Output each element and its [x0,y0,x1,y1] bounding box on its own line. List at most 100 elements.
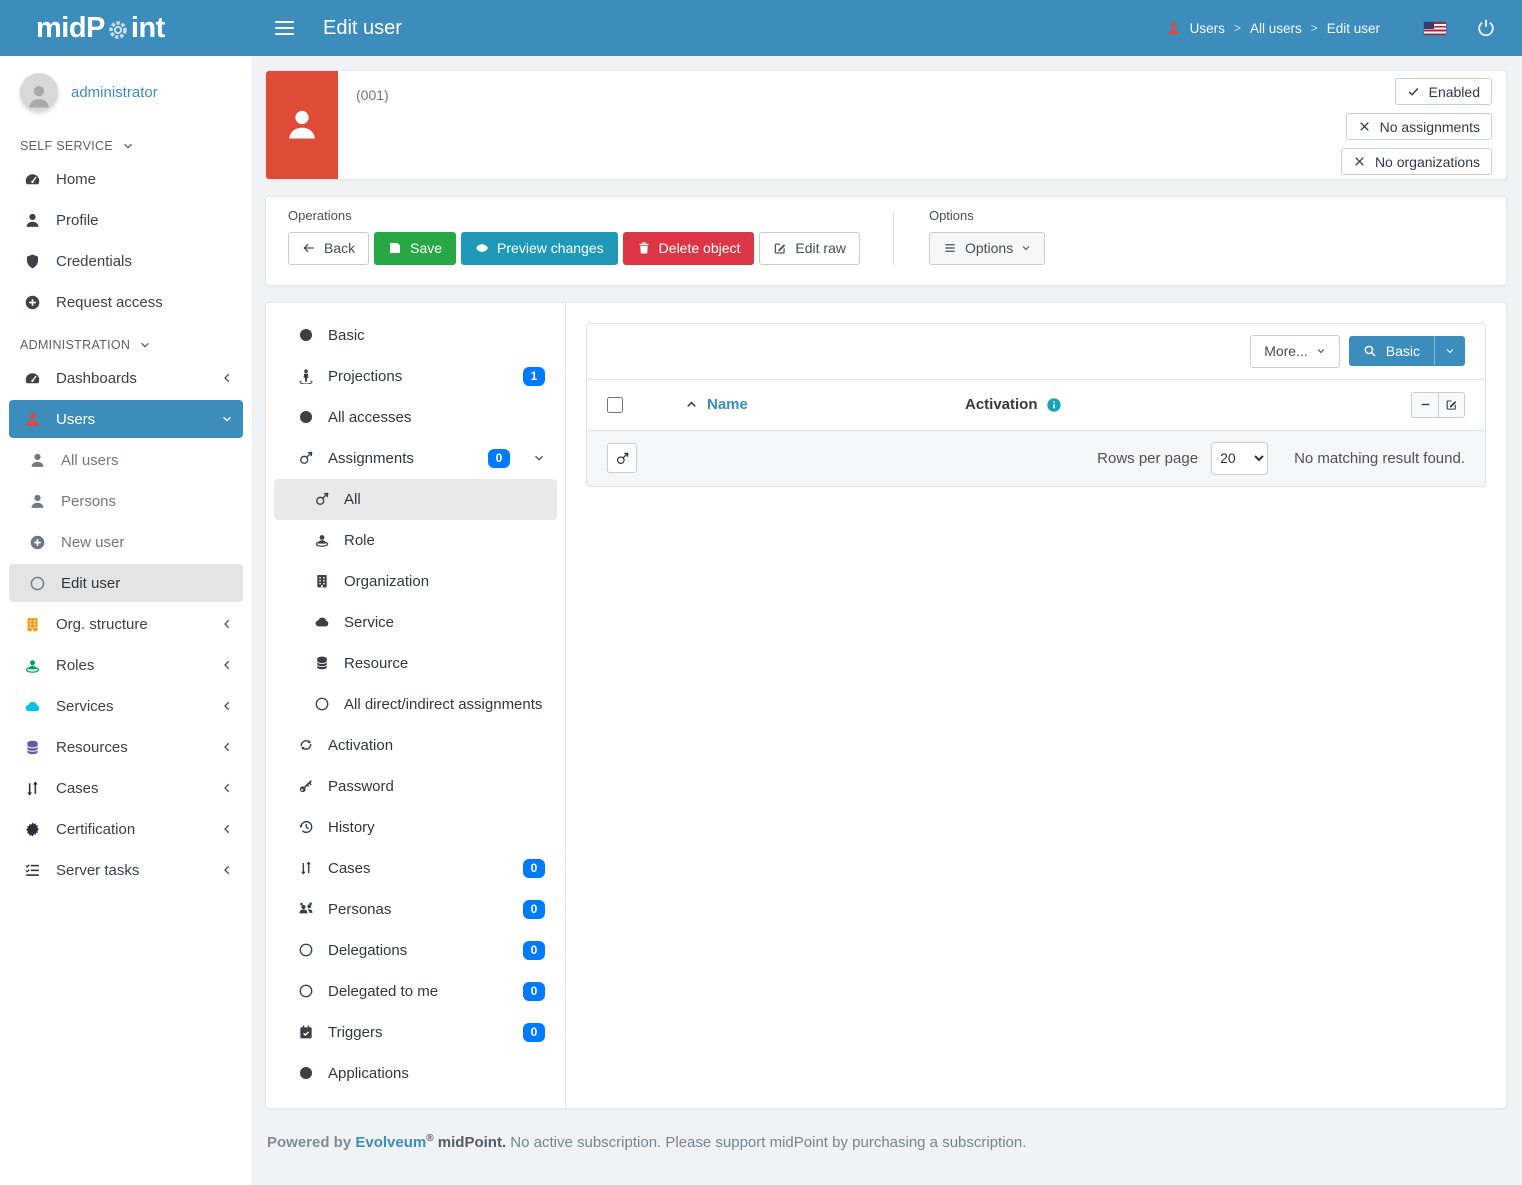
search-mode-caret[interactable] [1434,336,1465,366]
avatar [20,73,58,111]
bars-icon [943,241,957,255]
sidebar-item-all-users[interactable]: All users [9,441,243,479]
more-dropdown-button[interactable]: More... [1250,335,1340,368]
details-tab-assignments-all[interactable]: All [274,479,557,520]
status-badge-no-organizations: No organizations [1341,148,1492,175]
details-tab-delegations[interactable]: Delegations 0 [274,930,557,971]
cloud-icon [22,698,42,715]
chevron-down-icon [221,413,233,425]
evolveum-link[interactable]: Evolveum [355,1134,426,1151]
details-tab-history[interactable]: History [274,807,557,848]
product-name: midPoint. [438,1134,506,1151]
sidebar-item-server-tasks[interactable]: Server tasks [9,851,243,889]
sidebar-item-request-access[interactable]: Request access [9,283,243,321]
details-tab-assignments-service[interactable]: Service [274,602,557,643]
new-assignment-button[interactable] [607,443,637,473]
tasks-icon [22,862,42,879]
section-self-service[interactable]: SELF SERVICE [0,125,252,157]
status-badge-no-assignments: No assignments [1346,113,1492,140]
basic-search-split-button[interactable]: Basic [1349,336,1465,366]
registered-mark: ® [426,1133,433,1144]
sidebar-item-services[interactable]: Services [9,687,243,725]
details-tab-triggers[interactable]: Triggers 0 [274,1012,557,1053]
column-header-activation: Activation [965,396,1062,413]
rows-per-page-label: Rows per page [1097,450,1198,467]
gear-icon [106,18,130,42]
options-dropdown-button[interactable]: Options [929,232,1045,265]
user-photo [266,71,338,179]
details-tab-assignments-organization[interactable]: Organization [274,561,557,602]
preview-changes-button[interactable]: Preview changes [461,232,618,265]
user-icon [284,107,320,143]
chevron-down-icon [533,452,545,464]
breadcrumb-edit-user[interactable]: Edit user [1327,21,1380,36]
sidebar-item-certification[interactable]: Certification [9,810,243,848]
plus-circle-icon [22,294,42,311]
sidebar-item-edit-user[interactable]: Edit user [9,564,243,602]
arrow-left-icon [302,241,316,255]
circle-outline-icon [296,942,315,958]
logout-power-icon[interactable] [1476,18,1496,38]
rows-per-page-select[interactable]: 20 [1211,442,1268,475]
sidebar-item-roles[interactable]: Roles [9,646,243,684]
sidebar-item-resources[interactable]: Resources [9,728,243,766]
edit-raw-button[interactable]: Edit raw [759,232,860,265]
sidebar-item-profile[interactable]: Profile [9,201,243,239]
table-header-row: Name Activation [587,379,1485,431]
search-button[interactable]: Basic [1349,336,1434,366]
role-icon [22,657,42,674]
male-icon [296,450,315,466]
building-icon [22,616,42,633]
breadcrumb-separator: > [1311,21,1318,35]
current-user-link[interactable]: administrator [71,84,158,101]
sidebar-item-cases[interactable]: Cases [9,769,243,807]
details-tab-basic[interactable]: Basic [274,315,557,356]
column-header-name[interactable]: Name [685,396,965,413]
chevron-left-icon [221,372,233,384]
sidebar-item-home[interactable]: Home [9,160,243,198]
details-tab-assignments[interactable]: Assignments 0 [274,438,557,479]
column-tools [1411,392,1465,418]
circle-icon [296,1065,315,1081]
sidebar-item-org-structure[interactable]: Org. structure [9,605,243,643]
details-tab-projections[interactable]: Projections 1 [274,356,557,397]
sidebar-item-users[interactable]: Users [9,400,243,438]
details-tab-delegated-to-me[interactable]: Delegated to me 0 [274,971,557,1012]
sidebar-item-new-user[interactable]: New user [9,523,243,561]
locale-flag-us[interactable] [1424,22,1446,35]
info-circle-icon[interactable] [1046,397,1062,413]
details-tab-personas[interactable]: Personas 0 [274,889,557,930]
user-icon [27,493,47,510]
details-tab-applications[interactable]: Applications [274,1053,557,1094]
details-tab-cases[interactable]: Cases 0 [274,848,557,889]
select-all-checkbox[interactable] [607,397,623,413]
sidebar-toggle-icon[interactable] [271,11,298,45]
back-button[interactable]: Back [288,232,369,265]
count-badge: 0 [523,982,545,1001]
breadcrumb-users[interactable]: Users [1190,21,1225,36]
count-badge: 0 [523,941,545,960]
chevron-down-icon [139,339,151,351]
save-button[interactable]: Save [374,232,456,265]
sidebar-item-dashboards[interactable]: Dashboards [9,359,243,397]
details-tab-all-direct-indirect[interactable]: All direct/indirect assignments [274,684,557,725]
section-administration[interactable]: ADMINISTRATION [0,324,252,356]
details-tab-activation[interactable]: Activation [274,725,557,766]
collapse-column-button[interactable] [1411,392,1438,418]
breadcrumb-all-users[interactable]: All users [1250,21,1302,36]
chevron-left-icon [221,864,233,876]
details-tab-assignments-role[interactable]: Role [274,520,557,561]
users-icon [296,901,315,917]
details-tab-all-accesses[interactable]: All accesses [274,397,557,438]
subscription-notice: No active subscription. Please support m… [510,1134,1026,1151]
midpoint-logo[interactable]: midP int [0,12,253,45]
delete-object-button[interactable]: Delete object [623,232,755,265]
building-icon [312,573,331,589]
sidebar-item-persons[interactable]: Persons [9,482,243,520]
edit-columns-button[interactable] [1438,392,1465,418]
circle-icon [296,327,315,343]
details-tab-assignments-resource[interactable]: Resource [274,643,557,684]
details-tab-password[interactable]: Password [274,766,557,807]
chevron-down-icon [122,140,134,152]
sidebar-item-credentials[interactable]: Credentials [9,242,243,280]
